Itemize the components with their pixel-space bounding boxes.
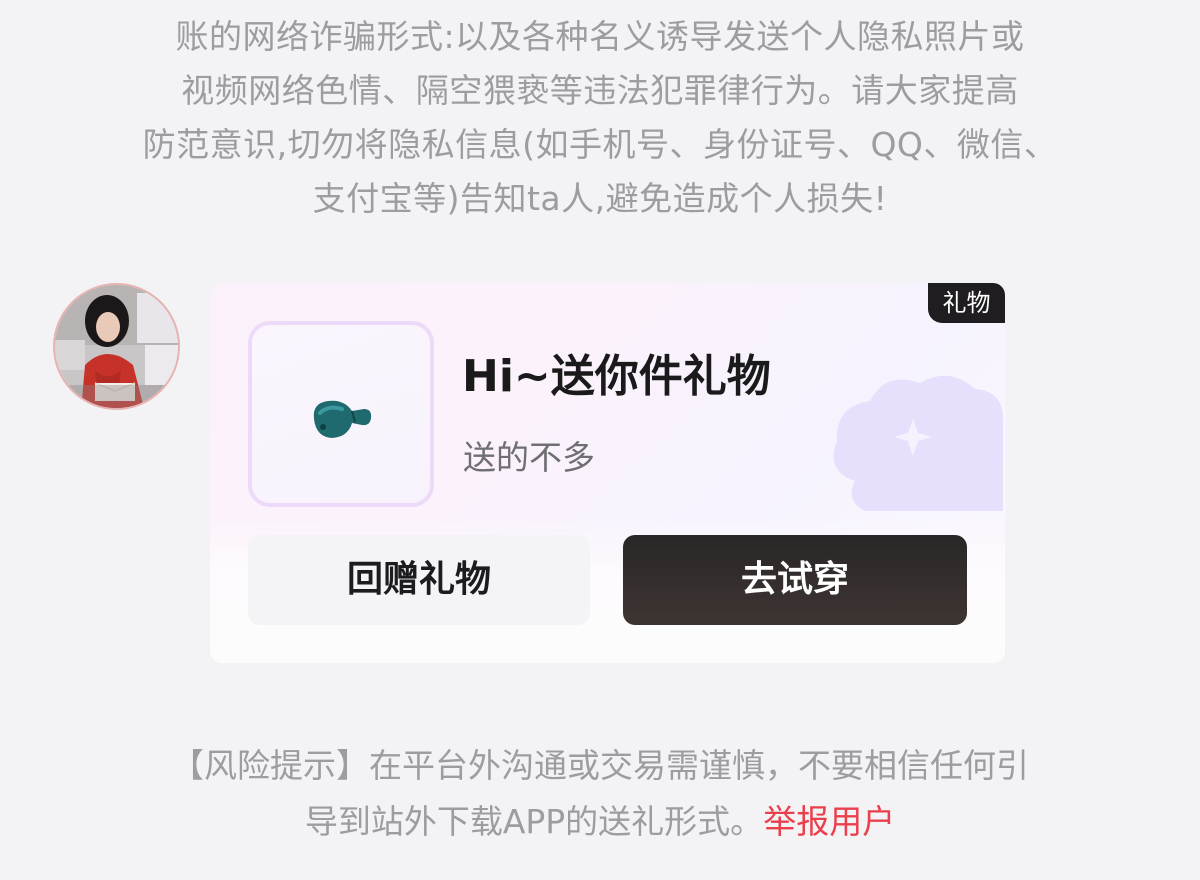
- safety-notice-top: 账的网络诈骗形式:以及各种名义诱导发送个人隐私照片或 视频网络色情、隔空猥亵等违…: [95, 10, 1105, 226]
- safety-notice-line: 支付宝等)告知ta人,避免造成个人损失!: [312, 179, 888, 218]
- try-on-button[interactable]: 去试穿: [623, 535, 967, 625]
- safety-notice-line: 账的网络诈骗形式:以及各种名义诱导发送个人隐私照片或: [175, 17, 1025, 56]
- risk-notice-line: 【风险提示】在平台外沟通或交易需谨慎，不要相信任何引: [171, 746, 1029, 785]
- report-user-link[interactable]: 举报用户: [763, 802, 895, 841]
- risk-notice-line-2: 导到站外下载APP的送礼形式。举报用户: [100, 794, 1100, 850]
- avatar-photo: [55, 285, 178, 408]
- gift-image-frame[interactable]: [248, 321, 434, 507]
- cloud-decoration-icon: [833, 375, 1004, 511]
- gift-subtitle: 送的不多: [463, 438, 595, 477]
- sender-avatar[interactable]: [53, 283, 180, 410]
- risk-notice-text: 导到站外下载APP的送礼形式。: [304, 802, 764, 841]
- pacifier-gift-icon: [313, 400, 372, 438]
- safety-notice-line: 防范意识,切勿将隐私信息(如手机号、身份证号、QQ、微信、: [142, 125, 1058, 164]
- chat-page: 账的网络诈骗形式:以及各种名义诱导发送个人隐私照片或 视频网络色情、隔空猥亵等违…: [0, 0, 1200, 880]
- risk-notice: 【风险提示】在平台外沟通或交易需谨慎，不要相信任何引 导到站外下载APP的送礼形…: [100, 738, 1100, 850]
- gift-tag-badge: 礼物: [928, 283, 1005, 323]
- gift-message-card: 礼物 Hi~送你件礼物 送的不多 回赠礼物 去试穿: [210, 283, 1005, 663]
- gift-title: Hi~送你件礼物: [462, 351, 771, 402]
- safety-notice-line: 视频网络色情、隔空猥亵等违法犯罪律行为。请大家提高: [181, 71, 1019, 110]
- return-gift-button[interactable]: 回赠礼物: [248, 535, 590, 625]
